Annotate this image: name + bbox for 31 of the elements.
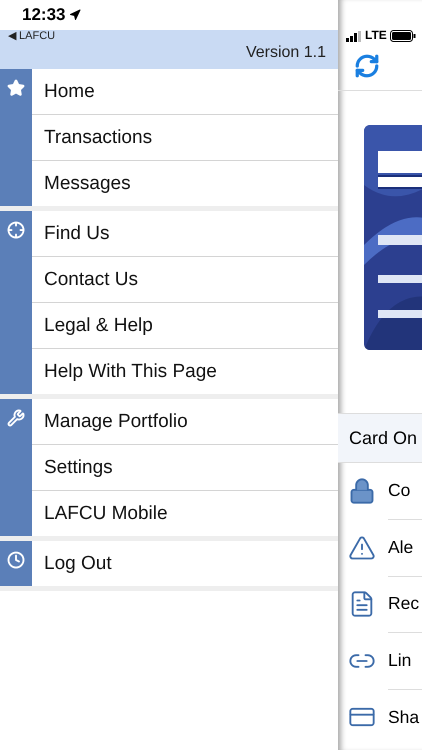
star-icon [7,79,25,97]
menu-item[interactable]: Messages [32,160,338,206]
refresh-icon[interactable] [354,53,380,79]
menu-item[interactable]: Help With This Page [32,348,338,394]
menu-item[interactable]: Log Out [32,541,338,586]
signal-icon [346,31,362,42]
list-item[interactable]: Co [388,462,422,520]
version-label: Version 1.1 [246,44,326,62]
menu-item[interactable]: Settings [32,444,338,490]
menu-item[interactable]: Home [32,69,338,114]
location-icon [69,9,82,21]
menu-item[interactable]: Manage Portfolio [32,399,338,444]
menu-item[interactable]: Contact Us [32,256,338,302]
list-item[interactable]: Ale [388,519,422,576]
list-item[interactable]: Sha [388,689,422,746]
menu-item[interactable]: Find Us [32,211,338,256]
menu-item[interactable]: Legal & Help [32,302,338,348]
section-header: Card On [338,413,422,463]
back-link[interactable]: ◀ LAFCU [8,30,326,42]
lock-icon [348,477,376,506]
warning-icon [348,534,376,562]
wrench-icon [7,409,25,427]
menu-item[interactable]: Transactions [32,114,338,160]
list-item[interactable]: Lin [388,632,422,690]
menu-item[interactable]: LAFCU Mobile [32,490,338,536]
battery-icon [390,30,416,42]
target-icon [7,221,25,239]
time: 12:33 [22,5,66,25]
list-item[interactable]: Rec [388,576,422,633]
network-label: LTE [365,28,387,42]
clock-icon [7,551,25,569]
